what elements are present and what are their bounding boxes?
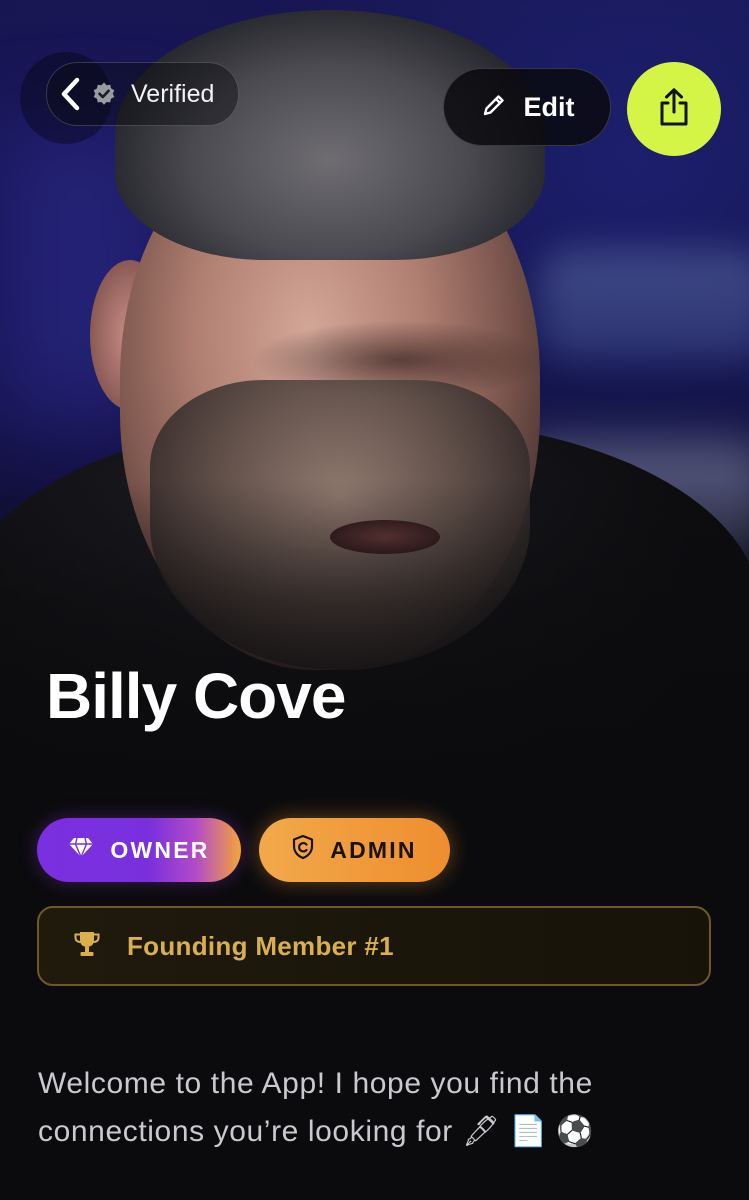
owner-badge: OWNER <box>37 818 241 882</box>
admin-badge-label: ADMIN <box>330 836 417 863</box>
diamond-icon <box>68 836 94 864</box>
founding-member-badge: Founding Member #1 <box>37 906 711 986</box>
profile-bio: Welcome to the App! I hope you find the … <box>38 1067 595 1148</box>
verified-label: Verified <box>131 79 215 108</box>
chevron-left-icon <box>57 74 83 114</box>
owner-badge-label: OWNER <box>110 836 210 863</box>
trophy-icon <box>73 930 101 963</box>
founding-member-label: Founding Member #1 <box>127 930 394 961</box>
back-button[interactable]: Verified <box>46 62 240 126</box>
admin-badge: ADMIN <box>259 818 450 882</box>
share-icon <box>656 87 692 132</box>
verified-badge-icon <box>91 81 117 107</box>
share-button[interactable] <box>627 62 721 156</box>
profile-screen: Verified Edit Billy Cove OWNER ADMIN Fou… <box>0 0 749 1200</box>
edit-button[interactable]: Edit <box>443 68 611 146</box>
pencil-icon <box>480 91 508 124</box>
shield-icon <box>292 834 314 866</box>
profile-name: Billy Cove <box>46 660 346 732</box>
edit-label: Edit <box>523 91 575 122</box>
